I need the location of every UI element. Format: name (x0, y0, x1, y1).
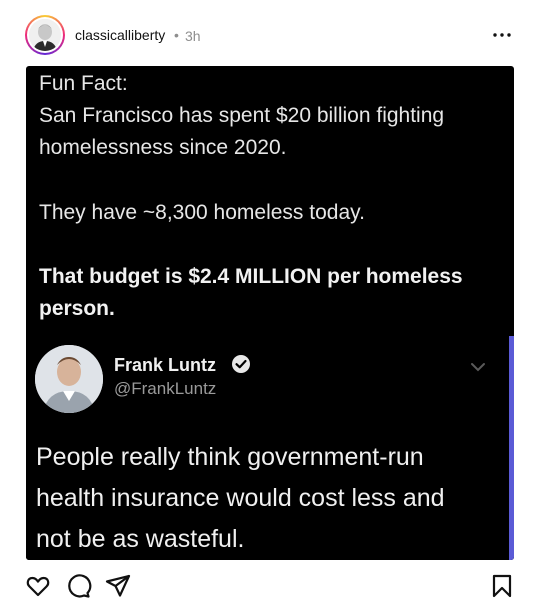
comment-icon[interactable] (64, 572, 92, 600)
username-link[interactable]: classicalliberty (75, 27, 165, 43)
embed-text-line: health insurance would cost less and (36, 484, 445, 512)
post-text-line: San Francisco has spent $20 billion figh… (39, 104, 445, 127)
avatar-photo (29, 19, 61, 51)
embed-accent-bar (509, 336, 514, 560)
post-text-line: They have ~8,300 homeless today. (39, 201, 365, 224)
post-header: classicalliberty • 3h (0, 0, 539, 66)
more-options-icon[interactable] (490, 22, 514, 46)
share-icon[interactable] (104, 572, 132, 600)
embed-text-line: People really think government-run (36, 443, 424, 471)
bookmark-icon[interactable] (488, 572, 516, 600)
embed-avatar (35, 345, 103, 413)
separator-dot: • (174, 27, 179, 43)
post-time[interactable]: 3h (185, 28, 201, 44)
fun-fact-heading: Fun Fact: (39, 72, 128, 95)
action-bar (0, 566, 539, 606)
embed-author-name: Frank Luntz (114, 355, 216, 375)
embedded-tweet: Frank Luntz @FrankLuntz People really th… (26, 336, 514, 560)
heart-icon[interactable] (24, 572, 52, 600)
embed-author-handle: @FrankLuntz (114, 379, 217, 398)
post-image[interactable]: Fun Fact: San Francisco has spent $20 bi… (26, 66, 514, 560)
post-bold-line: person. (39, 297, 115, 320)
post-text-line: homelessness since 2020. (39, 136, 287, 159)
embed-text-line: not be as wasteful. (36, 525, 245, 553)
post-bold-line: That budget is $2.4 MILLION per homeless (39, 265, 463, 288)
profile-avatar[interactable] (25, 15, 65, 55)
verified-badge-icon (231, 354, 251, 374)
chevron-down-icon (469, 360, 487, 372)
